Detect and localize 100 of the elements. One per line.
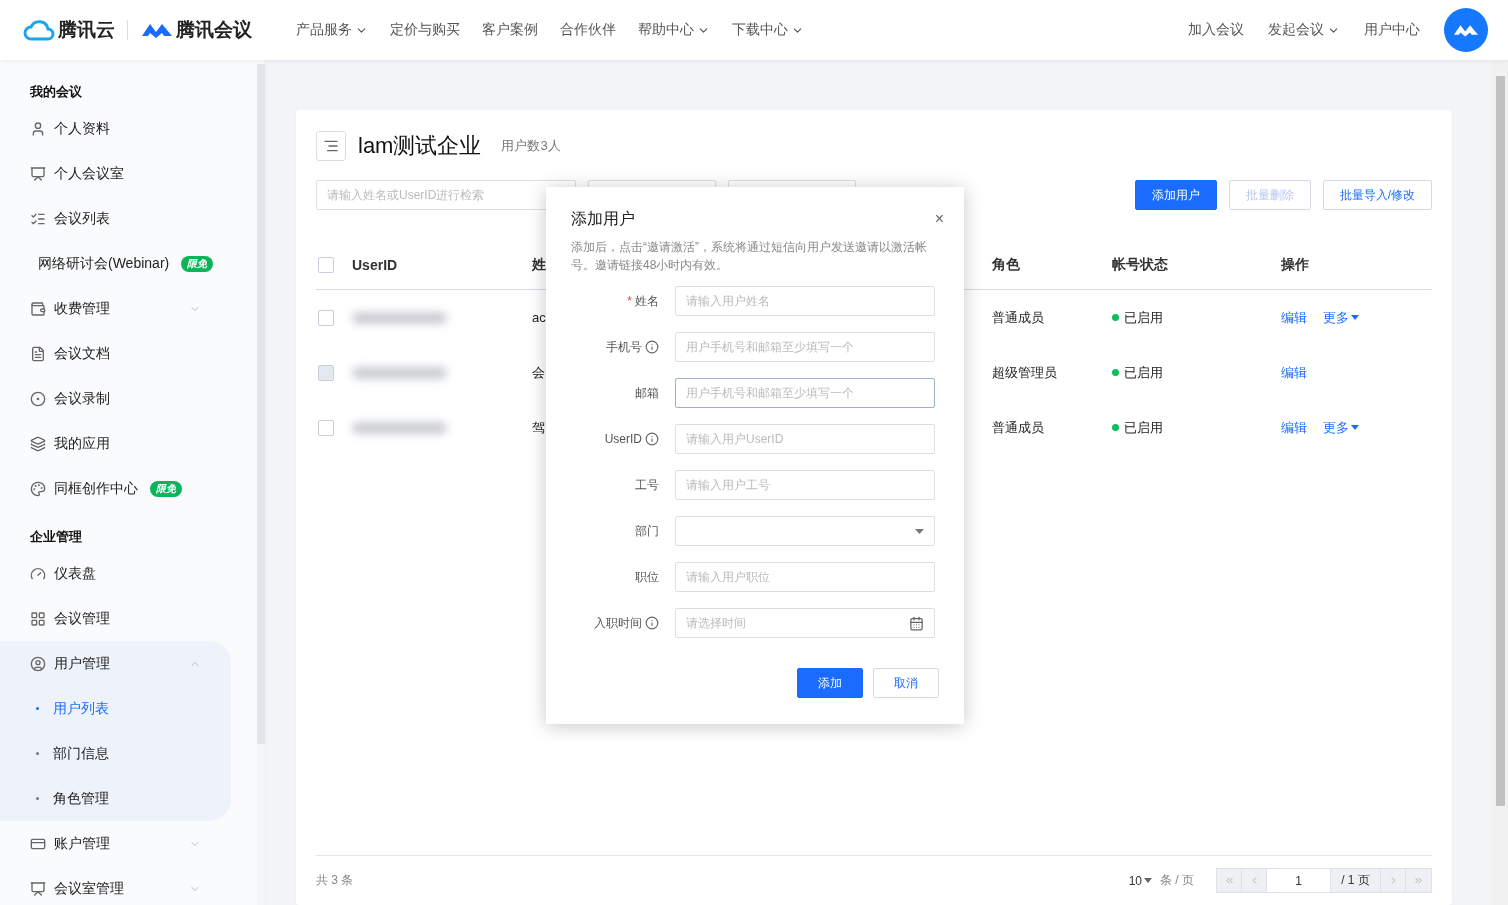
dialog-title: 添加用户 (571, 209, 635, 229)
sidebar-item[interactable]: 会议管理 (0, 596, 231, 641)
table-cell: 普通成员 (992, 308, 1044, 327)
sidebar-item[interactable]: 我的应用 (0, 421, 231, 466)
sidebar-item[interactable]: 会议列表 (0, 196, 231, 241)
more-link[interactable]: 更多 (1323, 308, 1359, 327)
menu-button[interactable] (316, 131, 346, 161)
total-count: 共 3 条 (316, 872, 354, 889)
status-text: 已启用 (1124, 363, 1163, 382)
column-header: 操作 (1281, 255, 1309, 274)
first-page-icon (1223, 875, 1235, 886)
sidebar-item[interactable]: 网络研讨会(Webinar) 限免 (0, 241, 231, 286)
calendar-icon (909, 615, 924, 631)
gauge-icon (30, 565, 46, 582)
record-icon (30, 390, 46, 407)
layers-icon (30, 435, 46, 452)
sidebar-item[interactable]: 个人会议室 (0, 151, 231, 196)
column-header: 角色 (992, 255, 1020, 274)
wallet-icon (30, 300, 46, 317)
sidebar-subitem[interactable]: 角色管理 (0, 776, 231, 821)
nav-link[interactable]: 定价与购买 (390, 21, 460, 39)
nav-link[interactable]: 帮助中心 (638, 21, 710, 39)
next-page-button[interactable] (1381, 869, 1406, 892)
close-button[interactable]: × (934, 209, 944, 229)
prev-page-button[interactable] (1242, 869, 1267, 892)
table-cell: 会 (532, 363, 545, 382)
sidebar-item[interactable]: 账户管理 (0, 821, 231, 866)
meeting-logo[interactable]: 腾讯会议 (140, 17, 252, 43)
sidebar-item[interactable]: 仪表盘 (0, 551, 231, 596)
status-text: 已启用 (1124, 418, 1163, 437)
sidebar-item[interactable]: 个人资料 (0, 106, 231, 151)
nav-link[interactable]: 下载中心 (732, 21, 804, 39)
per-page-label: 条 / 页 (1160, 872, 1194, 889)
section-title: 我的会议 (29, 83, 83, 101)
toolbar-button[interactable]: 批量导入/修改 (1322, 180, 1432, 210)
table-cell: 超级管理员 (992, 363, 1057, 382)
sidebar-item[interactable]: 用户管理 (0, 641, 231, 686)
dialog-button[interactable]: 取消 (873, 668, 939, 698)
scrollbar-thumb[interactable] (1495, 76, 1505, 806)
grid-icon (30, 610, 46, 627)
toolbar-button[interactable]: 添加用户 (1134, 180, 1217, 210)
caret-icon (1144, 878, 1152, 883)
header-link[interactable]: 发起会议 (1268, 21, 1340, 39)
header-link[interactable]: 用户中心 (1364, 21, 1420, 39)
first-page-button[interactable] (1217, 869, 1242, 892)
palette-icon (30, 480, 46, 497)
edit-link[interactable]: 编辑 (1281, 308, 1307, 327)
sidebar-item[interactable]: 同框创作中心 限免 (0, 466, 231, 511)
caret-icon (1351, 315, 1359, 320)
caret-icon (1351, 425, 1359, 430)
nav-link[interactable]: 产品服务 (296, 21, 368, 39)
nav-link[interactable]: 客户案例 (482, 21, 538, 39)
field-label: 职位 (634, 568, 660, 586)
field-label: * 姓名 (626, 292, 660, 310)
row-checkbox[interactable] (318, 419, 334, 436)
select-field[interactable] (675, 516, 935, 546)
info-icon (645, 340, 659, 354)
cloud-logo[interactable]: 腾讯云 (22, 17, 115, 43)
free-badge: 限免 (150, 480, 182, 497)
document-icon (30, 345, 46, 362)
last-page-icon (1413, 875, 1424, 886)
status-text: 已启用 (1124, 308, 1163, 327)
user-count: 用户数3人 (501, 137, 561, 155)
page-size-select[interactable]: 10 (1128, 873, 1152, 888)
sidebar-item[interactable]: 收费管理 (0, 286, 231, 331)
field-label: 邮箱 (634, 384, 660, 402)
field-label: 入职时间 (571, 614, 663, 632)
sidebar-item[interactable]: 会议录制 (0, 376, 231, 421)
page-total: / 1 页 (1331, 869, 1381, 892)
scrollbar-track[interactable] (257, 64, 265, 905)
column-header: 姓 (532, 255, 546, 274)
menu-icon (323, 138, 339, 154)
dialog-button[interactable]: 添加 (797, 668, 863, 698)
scrollbar-thumb[interactable] (257, 64, 265, 744)
edit-link[interactable]: 编辑 (1281, 418, 1307, 437)
info-icon (645, 616, 659, 630)
column-header: 帐号状态 (1112, 255, 1168, 274)
nav-link[interactable]: 合作伙伴 (560, 21, 616, 39)
free-badge: 限免 (181, 255, 214, 272)
more-link[interactable]: 更多 (1323, 418, 1359, 437)
sidebar-subitem[interactable]: 用户列表 (0, 686, 231, 731)
presentation-icon (30, 165, 46, 182)
field-label: UserID (571, 432, 663, 446)
avatar[interactable] (1444, 8, 1488, 52)
sidebar-item[interactable]: 会议室管理 (0, 866, 231, 905)
table-cell: ac (532, 310, 546, 325)
last-page-button[interactable] (1406, 869, 1431, 892)
select-all-checkbox[interactable] (318, 256, 334, 273)
row-checkbox[interactable] (318, 309, 334, 326)
scrollbar-track[interactable] (1492, 60, 1508, 905)
user-circle-icon (30, 655, 46, 672)
table-cell: 普通成员 (992, 418, 1044, 437)
field-label: 手机号 (571, 338, 663, 356)
sidebar-subitem[interactable]: 部门信息 (0, 731, 231, 776)
presentation-icon (30, 880, 46, 897)
info-icon (645, 432, 659, 446)
person-icon (30, 120, 46, 137)
column-header: UserID (352, 256, 398, 273)
header-link[interactable]: 加入会议 (1188, 21, 1244, 39)
sidebar-item[interactable]: 会议文档 (0, 331, 231, 376)
